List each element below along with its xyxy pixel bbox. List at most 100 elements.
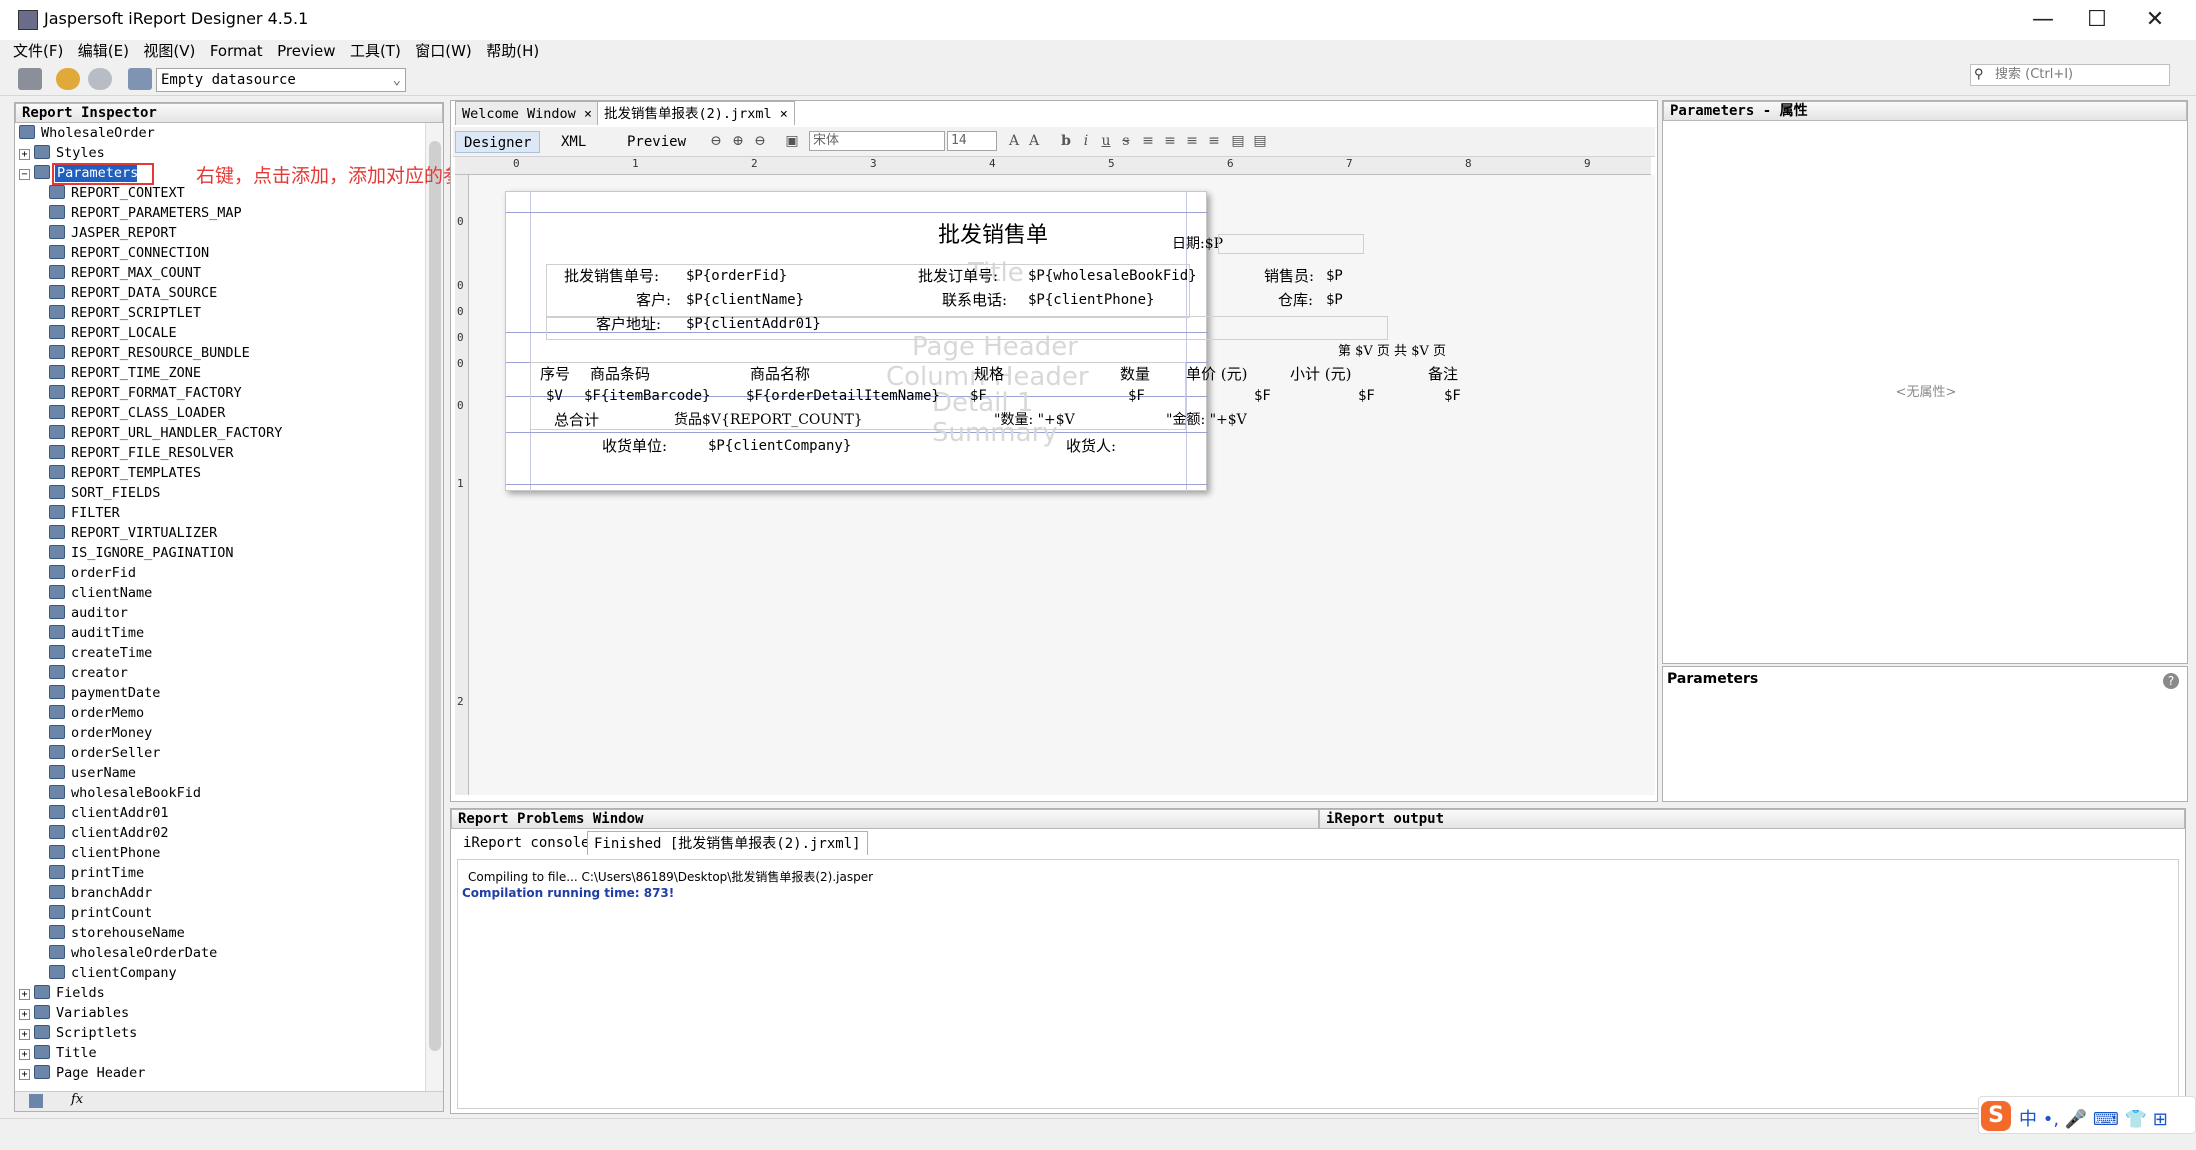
ime-controls[interactable]: 中 •, 🎤 ⌨ 👕 ⊞ (2019, 1105, 2168, 1131)
report-page[interactable]: Title Page Header Column Header Detail 1… (505, 191, 1461, 492)
design-canvas[interactable]: Title Page Header Column Header Detail 1… (469, 175, 1655, 795)
align-right-icon[interactable]: ≡ (1183, 133, 1201, 149)
menu-tools[interactable]: 工具(T) (347, 40, 404, 62)
datasource-icon[interactable] (128, 68, 152, 90)
col-index[interactable]: 序号 (540, 364, 570, 384)
tree-node-param[interactable]: paymentDate (49, 683, 160, 703)
font-size-select[interactable]: 14 (947, 131, 997, 151)
tree-node-section[interactable]: + Fields (19, 983, 105, 1003)
orderno-field[interactable]: $P{orderFid} (686, 266, 787, 286)
save-all-icon[interactable] (18, 68, 42, 90)
font-family-select[interactable]: 宋体 (809, 131, 945, 151)
tab-designer[interactable]: Designer (455, 131, 541, 153)
total-qty[interactable]: "数量: "+$V (994, 410, 1075, 430)
zoom-out-icon[interactable]: ⊖ (751, 133, 769, 149)
expand-icon[interactable]: + (19, 989, 30, 1000)
tree-node-param[interactable]: creator (49, 663, 128, 683)
collapse-icon[interactable]: − (19, 169, 30, 180)
expand-icon[interactable]: + (19, 149, 30, 160)
bookno-field[interactable]: $P{wholesaleBookFid} (1028, 266, 1197, 286)
tree-node-param[interactable]: FILTER (49, 503, 120, 523)
tree-node-param[interactable]: REPORT_FILE_RESOLVER (49, 443, 234, 463)
tree-node-param[interactable]: REPORT_DATA_SOURCE (49, 283, 217, 303)
cell-qty[interactable]: $F (1128, 386, 1145, 406)
menu-view[interactable]: 视图(V) (140, 40, 198, 62)
seller-label[interactable]: 销售员: (1264, 266, 1314, 286)
tree-node-parameters[interactable]: Parameters (55, 165, 138, 182)
tab-welcome[interactable]: Welcome Window × (455, 101, 600, 125)
tree-node-param[interactable]: auditTime (49, 623, 144, 643)
total-label[interactable]: 总合计 (554, 410, 599, 430)
client-label[interactable]: 客户: (636, 290, 671, 310)
cell-barcode[interactable]: $F{itemBarcode} (584, 386, 710, 406)
tree-node-param[interactable]: printCount (49, 903, 152, 923)
date-label[interactable]: 日期:$P (1172, 234, 1223, 254)
tree-node-param[interactable]: clientPhone (49, 843, 160, 863)
ime-logo-icon[interactable]: S (1981, 1101, 2011, 1131)
report-title[interactable]: 批发销售单 (938, 222, 1048, 250)
tree-node-param[interactable]: createTime (49, 643, 152, 663)
seller-field[interactable]: $P (1326, 266, 1343, 286)
strikethrough-icon[interactable]: s (1117, 133, 1135, 149)
tree-node-param[interactable]: REPORT_CONTEXT (49, 183, 185, 203)
tree-node-param[interactable]: wholesaleBookFid (49, 783, 201, 803)
tree-node-param[interactable]: REPORT_SCRIPTLET (49, 303, 201, 323)
tab-console[interactable]: iReport console (457, 831, 595, 855)
tree-node-section[interactable]: + Scriptlets (19, 1023, 137, 1043)
italic-icon[interactable]: i (1077, 133, 1095, 149)
tree-node-param[interactable]: REPORT_CONNECTION (49, 243, 209, 263)
menu-format[interactable]: Format (207, 40, 266, 62)
redo-icon[interactable] (88, 68, 112, 90)
expand-icon[interactable]: + (19, 1069, 30, 1080)
tab-report[interactable]: 批发销售单报表(2).jrxml × (597, 101, 795, 125)
font-grow-icon[interactable]: A (1005, 133, 1023, 149)
tree-node-param[interactable]: orderSeller (49, 743, 160, 763)
parameters-icon[interactable] (29, 1094, 43, 1108)
tree-node-root[interactable]: WholesaleOrder (19, 123, 155, 143)
align-top-icon[interactable]: ▤ (1229, 133, 1247, 149)
bookno-label[interactable]: 批发订单号: (918, 266, 998, 286)
tree-node-param[interactable]: clientCompany (49, 963, 177, 983)
tree-node-param[interactable]: REPORT_RESOURCE_BUNDLE (49, 343, 250, 363)
ime-toolbar[interactable]: S 中 •, 🎤 ⌨ 👕 ⊞ (1978, 1096, 2196, 1134)
tree-node-param[interactable]: REPORT_VIRTUALIZER (49, 523, 217, 543)
menu-window[interactable]: 窗口(W) (412, 40, 475, 62)
cell-item-name[interactable]: $F{orderDetailItemName} (746, 386, 940, 406)
cell-index[interactable]: $V (546, 386, 563, 406)
tree-node-param[interactable]: REPORT_TEMPLATES (49, 463, 201, 483)
menu-file[interactable]: 文件(F) (10, 40, 66, 62)
client-field[interactable]: $P{clientName} (686, 290, 804, 310)
col-qty[interactable]: 数量 (1120, 364, 1150, 384)
tree-node-param[interactable]: REPORT_PARAMETERS_MAP (49, 203, 242, 223)
tree-node-param[interactable]: REPORT_TIME_ZONE (49, 363, 201, 383)
tree-node-param[interactable]: REPORT_FORMAT_FACTORY (49, 383, 242, 403)
zoom-in-icon[interactable]: ⊕ (729, 133, 747, 149)
tree-node-param[interactable]: SORT_FIELDS (49, 483, 160, 503)
cell-price[interactable]: $F (1254, 386, 1271, 406)
tree-node-param[interactable]: branchAddr (49, 883, 152, 903)
tab-finished[interactable]: Finished [批发销售单报表(2).jrxml] (587, 831, 868, 855)
tree-node-param[interactable]: clientName (49, 583, 152, 603)
receiver-unit-field[interactable]: $P{clientCompany} (708, 436, 851, 456)
phone-field[interactable]: $P{clientPhone} (1028, 290, 1154, 310)
align-center-icon[interactable]: ≡ (1161, 133, 1179, 149)
align-left-icon[interactable]: ≡ (1139, 133, 1157, 149)
tree-node-param[interactable]: REPORT_MAX_COUNT (49, 263, 201, 283)
receiver-label[interactable]: 收货人: (1066, 436, 1116, 456)
addr-field[interactable]: $P{clientAddr01} (686, 314, 821, 334)
menu-help[interactable]: 帮助(H) (483, 40, 542, 62)
tab-xml[interactable]: XML (553, 131, 594, 153)
paste-icon[interactable]: ▣ (783, 133, 801, 149)
tree-node-param[interactable]: orderMemo (49, 703, 144, 723)
font-shrink-icon[interactable]: A (1025, 133, 1043, 149)
search-input[interactable]: 搜索 (Ctrl+I) (1970, 64, 2170, 86)
col-barcode[interactable]: 商品条码 (590, 364, 650, 384)
cell-note[interactable]: $F (1444, 386, 1461, 406)
undo-icon[interactable] (56, 68, 80, 90)
tree-node-param[interactable]: userName (49, 763, 136, 783)
tree-node-param[interactable]: JASPER_REPORT (49, 223, 177, 243)
tree-node-param[interactable]: printTime (49, 863, 144, 883)
page-number[interactable]: 第 $V 页 共 $V 页 (1338, 342, 1446, 362)
tree-node-param[interactable]: orderMoney (49, 723, 152, 743)
tree-node-styles[interactable]: + Styles (19, 143, 105, 163)
